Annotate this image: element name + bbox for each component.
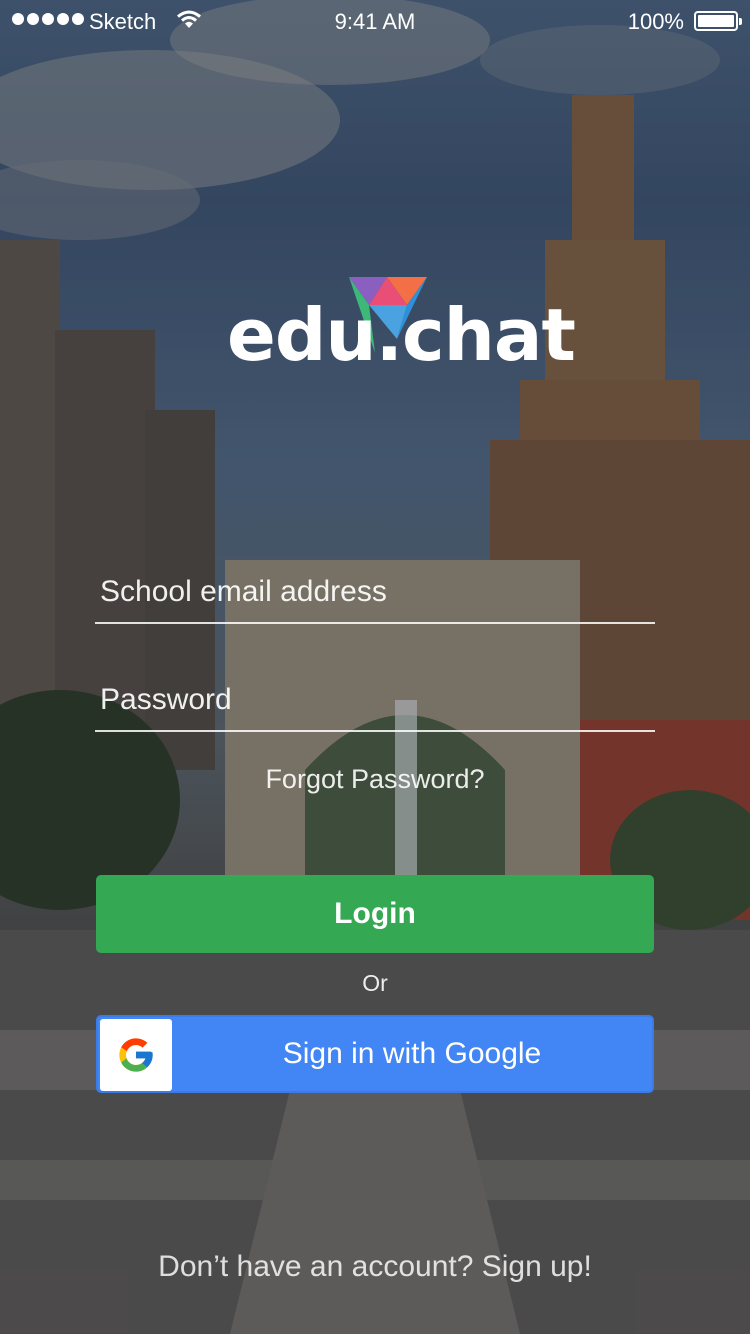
forgot-password-link[interactable]: Forgot Password? (0, 764, 750, 795)
battery-percentage: 100% (627, 9, 684, 34)
login-button[interactable]: Login (96, 875, 654, 953)
brand-name: edu.chat (227, 293, 576, 377)
password-field[interactable] (95, 670, 655, 732)
google-g-icon (119, 1038, 153, 1072)
or-divider-label: Or (362, 970, 388, 996)
login-button-label: Login (334, 897, 416, 930)
background-overlay (0, 0, 750, 1334)
google-sign-in-button[interactable]: Sign in with Google (96, 1015, 654, 1093)
google-button-label: Sign in with Google (282, 1037, 542, 1070)
google-logo-box (100, 1019, 172, 1091)
status-bar: Sketch 9:41 AM 100% (0, 0, 750, 44)
email-input[interactable] (95, 562, 655, 622)
sign-up-link[interactable]: Don’t have an account? Sign up! (0, 1250, 750, 1284)
educhat-logo: edu.chat (227, 275, 576, 385)
email-field[interactable] (95, 562, 655, 624)
battery-icon (694, 11, 742, 31)
password-input[interactable] (95, 670, 655, 730)
